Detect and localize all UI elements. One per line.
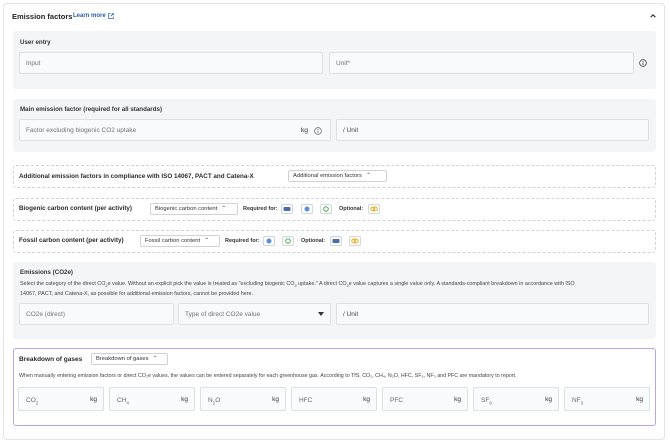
gas-unit: kg [545,396,552,403]
factor-unit: kg [300,126,308,134]
factor-field[interactable]: Factor excluding biogenic CO2 uptake kg [19,119,331,141]
biogenic-title: Biogenic carbon content (per activity) [19,205,133,212]
gas-name: CH4 [117,397,129,406]
input-placeholder: Input [26,59,41,67]
caret-down-icon [318,312,324,316]
gas-name: HFC [299,397,313,404]
emissions-description: Select the category of the direct CO2e v… [20,281,575,298]
gas-name: PFC [390,397,403,404]
chevron-up-icon [650,14,656,18]
gas-field-n2o[interactable]: N2O kg [200,387,286,411]
co2e-type-select[interactable]: Type of direct CO2e value [178,303,331,325]
gas-field-pfc[interactable]: PFC kg [382,387,468,411]
gas-name: N2O [208,397,221,406]
chevron-updown-icon: ⌃ [365,173,371,179]
required-for-label: Required for: [243,206,278,212]
chevron-updown-icon: ⌃ [221,206,227,212]
factor-per-unit-field[interactable]: / Unit [336,119,649,141]
additional-factors-dropdown-label: Additional emission factors [293,173,362,179]
catena-x-icon [282,236,294,246]
gas-name: SF6 [481,397,492,406]
gas-unit: kg [636,396,643,403]
gas-unit: kg [454,396,461,403]
fossil-dropdown-label: Fossil carbon content [145,238,201,244]
breakdown-dropdown-label: Breakdown of gases [96,356,149,362]
breakdown-description: When manually entering emission factors … [19,373,517,379]
pact-icon [281,204,293,214]
fossil-title: Fossil carbon content (per activity) [19,237,124,244]
co2e-direct-field[interactable]: CO2e (direct) [19,303,174,325]
required-for-label: Required for: [225,238,260,244]
co2e-per-unit: / Unit [343,310,359,318]
learn-more-link[interactable]: Learn more [73,13,114,19]
main-factor-title: Main emission factor (required for all s… [20,106,162,113]
pact-icon [330,236,342,246]
emissions-panel [13,262,656,339]
biogenic-dropdown[interactable]: Biogenic carbon content ⌃ [150,203,238,215]
gas-unit: kg [272,396,279,403]
collapse-button[interactable] [648,11,658,21]
info-icon[interactable] [639,59,647,67]
co2e-direct-placeholder: CO2e (direct) [26,310,66,318]
gas-field-ch4[interactable]: CH4 kg [109,387,195,411]
iso-icon [263,236,275,246]
learn-more-label: Learn more [73,13,106,19]
chevron-updown-icon: ⌃ [204,238,210,244]
gas-field-nf3[interactable]: NF3 kg [564,387,650,411]
gas-unit: kg [363,396,370,403]
unit-field[interactable]: Unit* [329,52,634,74]
optional-label: Optional: [339,206,364,212]
additional-factors-dropdown[interactable]: Additional emission factors ⌃ [288,170,387,182]
tfs-icon [349,236,361,246]
info-icon[interactable] [314,127,322,135]
gas-unit: kg [90,396,97,403]
catena-x-icon [320,204,332,214]
emissions-title: Emissions (CO2e) [20,269,73,276]
gas-name: CO2 [26,397,39,406]
unit-placeholder: Unit* [336,59,351,67]
co2e-type-placeholder: Type of direct CO2e value [185,310,261,318]
additional-factors-title: Additional emission factors in complianc… [19,173,254,180]
gas-field-hfc[interactable]: HFC kg [291,387,377,411]
breakdown-dropdown[interactable]: Breakdown of gases ⌃ [91,353,168,365]
external-link-icon [107,13,114,19]
input-field[interactable]: Input [19,52,323,74]
optional-label: Optional: [301,238,326,244]
iso-icon [301,204,313,214]
gas-field-co2[interactable]: CO2 kg [18,387,104,411]
breakdown-title: Breakdown of gases [19,356,83,363]
fossil-dropdown[interactable]: Fossil carbon content ⌃ [140,235,220,247]
factor-placeholder: Factor excluding biogenic CO2 uptake [26,126,137,134]
chevron-updown-icon: ⌃ [152,356,158,362]
factor-per-unit: / Unit [343,126,359,134]
gas-field-sf6[interactable]: SF6 kg [473,387,559,411]
section-title: Emission factors [12,12,73,21]
biogenic-dropdown-label: Biogenic carbon content [155,206,218,212]
tfs-icon [368,204,380,214]
gas-unit: kg [181,396,188,403]
user-entry-title: User entry [20,39,51,46]
gas-name: NF3 [572,397,584,406]
co2e-per-unit-field[interactable]: / Unit [336,303,649,325]
